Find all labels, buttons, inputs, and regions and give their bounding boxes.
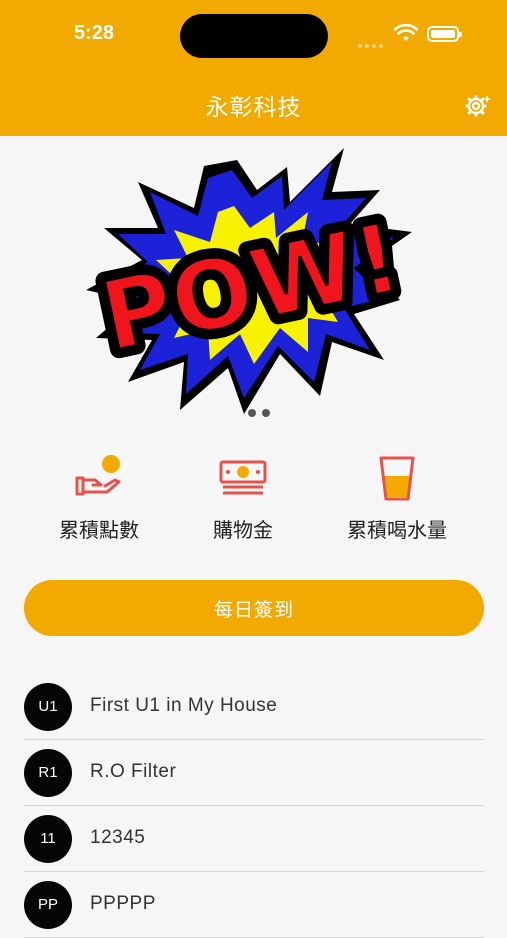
- list-item[interactable]: R1 R.O Filter: [24, 740, 484, 806]
- page-title: 永彰科技: [205, 95, 302, 121]
- device-name: PPPPP: [90, 893, 156, 914]
- device-badge: 11: [24, 815, 72, 863]
- device-list: U1 First U1 in My House R1 R.O Filter 11…: [24, 674, 484, 938]
- quick-action-label: 購物金: [213, 518, 273, 542]
- device-name: R.O Filter: [90, 761, 177, 782]
- device-badge: R1: [24, 749, 72, 797]
- list-item[interactable]: PP PPPPP: [24, 872, 484, 938]
- quick-action-label: 累積喝水量: [347, 518, 447, 542]
- settings-gear-icon[interactable]: [464, 92, 492, 120]
- battery-icon: [427, 26, 462, 42]
- dynamic-island: [180, 14, 328, 58]
- quick-action-water-intake[interactable]: 累積喝水量: [312, 452, 482, 543]
- list-item[interactable]: 11 12345: [24, 806, 484, 872]
- list-item[interactable]: U1 First U1 in My House: [24, 674, 484, 740]
- device-badge: U1: [24, 683, 72, 731]
- pow-banner-image[interactable]: POW! POW!: [82, 142, 422, 416]
- quick-action-shopping-credit[interactable]: 購物金: [158, 452, 328, 543]
- device-name: First U1 in My House: [90, 695, 278, 716]
- carousel-pager[interactable]: [248, 402, 276, 421]
- device-badge: PP: [24, 881, 72, 929]
- wifi-icon: [394, 24, 418, 41]
- daily-checkin-button[interactable]: 每日簽到: [24, 580, 484, 636]
- water-glass-icon: [379, 456, 415, 501]
- status-time: 5:28: [74, 22, 115, 44]
- status-bar: 5:28: [0, 0, 507, 72]
- device-name: 12345: [90, 827, 146, 848]
- cash-stack-icon: [219, 460, 267, 495]
- coin-hand-icon: [75, 455, 121, 496]
- nav-bar: 永彰科技: [0, 72, 507, 136]
- signal-dots-icon: [358, 33, 386, 52]
